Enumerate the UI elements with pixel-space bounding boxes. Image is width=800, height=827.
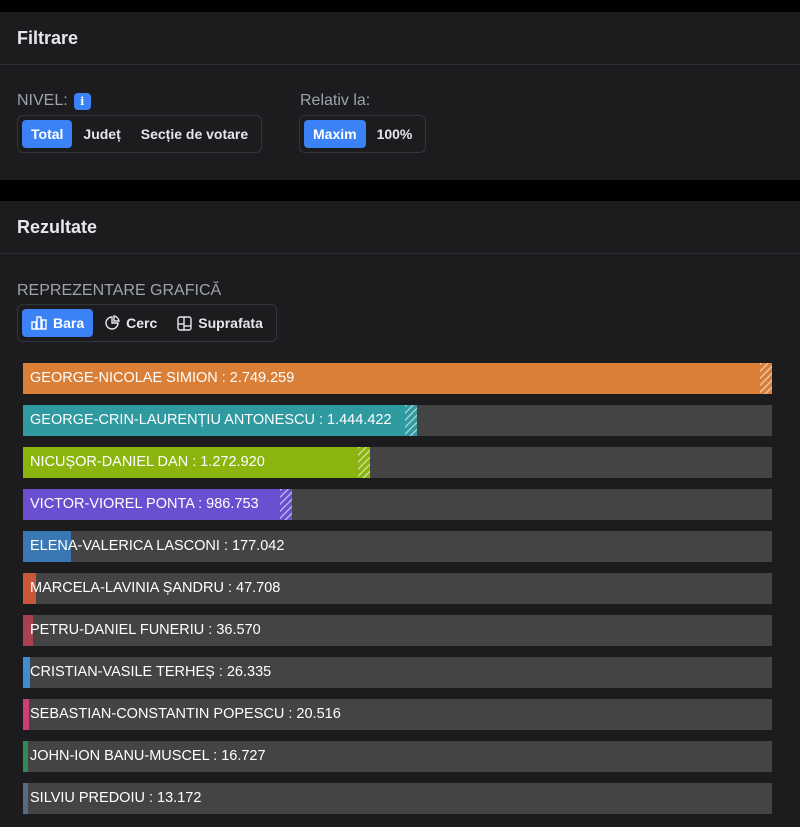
treemap-icon xyxy=(177,315,192,331)
candidate-bar-label: SILVIU PREDOIU : 13.172 xyxy=(30,790,202,806)
candidate-bar-label: ELENA-VALERICA LASCONI : 177.042 xyxy=(30,538,285,554)
candidate-bar-label: GEORGE-NICOLAE SIMION : 2.749.259 xyxy=(30,370,295,386)
candidate-bar-fill xyxy=(23,699,29,730)
chart-mode-bar-button[interactable]: Bara xyxy=(22,309,94,337)
relative-segmented-control: Maxim 100% xyxy=(299,115,427,153)
candidate-bar-fill xyxy=(23,741,28,772)
chart-mode-area-button[interactable]: Suprafata xyxy=(168,309,272,337)
level-option-total-label: Total xyxy=(31,126,64,142)
level-segmented-control: Total Județ Secție de votare xyxy=(17,115,263,153)
level-label-row: NIVEL: i xyxy=(17,92,91,110)
level-option-sectie-label: Secție de votare xyxy=(140,126,249,142)
candidate-bar-row[interactable]: MARCELA-LAVINIA ȘANDRU : 47.708 xyxy=(23,573,772,604)
candidate-bar-hatch xyxy=(405,405,417,436)
candidate-bar-fill xyxy=(23,657,30,688)
candidate-bar-hatch xyxy=(280,489,292,520)
candidate-bar-label: PETRU-DANIEL FUNERIU : 36.570 xyxy=(30,622,261,638)
chart-mode-label-row: REPREZENTARE GRAFICĂ xyxy=(17,282,221,300)
candidate-bar-label: GEORGE-CRIN-LAURENȚIU ANTONESCU : 1.444.… xyxy=(30,412,392,428)
bar-chart-icon xyxy=(31,316,47,330)
candidate-bar-fill xyxy=(23,783,28,814)
results-panel: Rezultate REPREZENTARE GRAFICĂ Bara Cerc xyxy=(0,201,800,827)
chart-mode-circle-button[interactable]: Cerc xyxy=(95,309,166,337)
relative-label: Relativ la: xyxy=(300,92,371,109)
level-option-judet-label: Județ xyxy=(83,126,121,142)
candidate-bar-row[interactable]: NICUȘOR-DANIEL DAN : 1.272.920 xyxy=(23,447,772,478)
results-title: Rezultate xyxy=(0,201,800,254)
candidate-bar-label: JOHN-ION BANU-MUSCEL : 16.727 xyxy=(30,748,266,764)
pie-chart-icon xyxy=(104,315,120,331)
relative-option-100[interactable]: 100% xyxy=(368,120,422,148)
relative-option-maxim-label: Maxim xyxy=(313,126,357,142)
chart-mode-segmented-control: Bara Cerc Suprafata xyxy=(17,304,277,342)
info-icon[interactable]: i xyxy=(73,92,91,110)
relative-label-row: Relativ la: xyxy=(300,92,370,110)
candidate-bar-hatch xyxy=(358,447,370,478)
level-label: NIVEL: xyxy=(17,92,68,109)
candidate-bar-row[interactable]: GEORGE-CRIN-LAURENȚIU ANTONESCU : 1.444.… xyxy=(23,405,772,436)
candidate-bar-row[interactable]: JOHN-ION BANU-MUSCEL : 16.727 xyxy=(23,741,772,772)
candidate-bar-hatch xyxy=(760,363,772,394)
chart-mode-bar-label: Bara xyxy=(53,315,85,331)
chart-mode-circle-label: Cerc xyxy=(126,315,158,331)
chart-mode-label: REPREZENTARE GRAFICĂ xyxy=(17,282,222,299)
relative-option-maxim[interactable]: Maxim xyxy=(304,120,366,148)
candidate-bar-row[interactable]: PETRU-DANIEL FUNERIU : 36.570 xyxy=(23,615,772,646)
level-option-sectie[interactable]: Secție de votare xyxy=(132,120,257,148)
relative-option-100-label: 100% xyxy=(376,126,413,142)
chart-mode-area-label: Suprafata xyxy=(198,315,263,331)
filter-title: Filtrare xyxy=(0,12,800,65)
candidate-bar-row[interactable]: VICTOR-VIOREL PONTA : 986.753 xyxy=(23,489,772,520)
candidate-bar-row[interactable]: SEBASTIAN-CONSTANTIN POPESCU : 20.516 xyxy=(23,699,772,730)
candidate-bar-row[interactable]: CRISTIAN-VASILE TERHEȘ : 26.335 xyxy=(23,657,772,688)
candidate-bar-label: VICTOR-VIOREL PONTA : 986.753 xyxy=(30,496,259,512)
candidate-bar-label: CRISTIAN-VASILE TERHEȘ : 26.335 xyxy=(30,664,272,680)
candidate-bar-row[interactable]: GEORGE-NICOLAE SIMION : 2.749.259 xyxy=(23,363,772,394)
candidate-bar-label: MARCELA-LAVINIA ȘANDRU : 47.708 xyxy=(30,580,281,596)
level-option-judet[interactable]: Județ xyxy=(74,120,129,148)
filter-panel: Filtrare NIVEL: i Total Județ Secție de … xyxy=(0,12,800,180)
level-option-total[interactable]: Total xyxy=(22,120,73,148)
candidate-bar-row[interactable]: SILVIU PREDOIU : 13.172 xyxy=(23,783,772,814)
candidate-bar-row[interactable]: ELENA-VALERICA LASCONI : 177.042 xyxy=(23,531,772,562)
candidate-bar-label: SEBASTIAN-CONSTANTIN POPESCU : 20.516 xyxy=(30,706,341,722)
candidate-bar-label: NICUȘOR-DANIEL DAN : 1.272.920 xyxy=(30,454,265,470)
